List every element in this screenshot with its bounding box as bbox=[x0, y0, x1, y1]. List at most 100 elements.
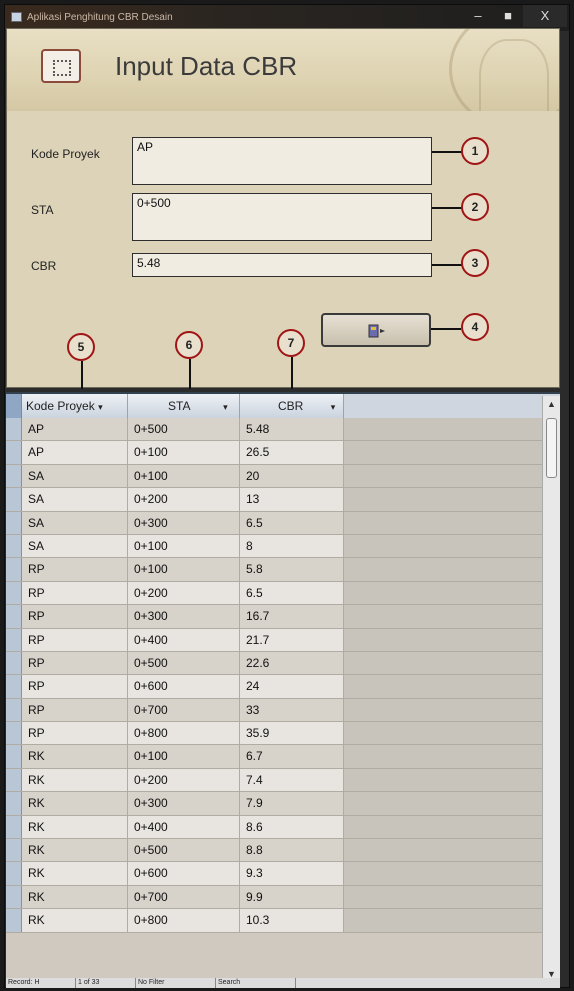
row-selector[interactable] bbox=[6, 698, 22, 722]
cell-sta[interactable]: 0+700 bbox=[128, 698, 240, 722]
cell-kode[interactable]: AP bbox=[22, 418, 128, 441]
table-row[interactable]: RK 0+700 9.9 bbox=[6, 885, 542, 910]
cell-kode[interactable]: RP bbox=[22, 675, 128, 698]
cell-sta[interactable]: 0+300 bbox=[128, 605, 240, 628]
row-selector[interactable] bbox=[6, 885, 22, 909]
row-selector[interactable] bbox=[6, 815, 22, 839]
cell-sta[interactable]: 0+400 bbox=[128, 628, 240, 651]
cell-sta[interactable]: 0+200 bbox=[128, 581, 240, 605]
cell-kode[interactable]: RK bbox=[22, 815, 128, 839]
cell-kode[interactable]: SA bbox=[22, 511, 128, 534]
chevron-down-icon[interactable]: ▾ bbox=[98, 402, 103, 412]
table-row[interactable]: RP 0+700 33 bbox=[6, 698, 542, 723]
table-row[interactable]: AP 0+500 5.48 bbox=[6, 418, 542, 442]
chevron-down-icon[interactable]: ▾ bbox=[223, 402, 228, 412]
kode-proyek-field[interactable]: AP bbox=[132, 137, 432, 185]
cell-kode[interactable]: RK bbox=[22, 862, 128, 885]
filter-indicator[interactable]: No Filter bbox=[136, 978, 216, 988]
row-selector[interactable] bbox=[6, 605, 22, 628]
row-selector[interactable] bbox=[6, 651, 22, 675]
cell-sta[interactable]: 0+300 bbox=[128, 511, 240, 534]
cell-kode[interactable]: RP bbox=[22, 628, 128, 651]
cell-cbr[interactable]: 26.5 bbox=[240, 441, 344, 464]
table-row[interactable]: RP 0+200 6.5 bbox=[6, 581, 542, 606]
table-row[interactable]: RP 0+800 35.9 bbox=[6, 722, 542, 746]
cell-kode[interactable]: RK bbox=[22, 909, 128, 932]
table-row[interactable]: RP 0+400 21.7 bbox=[6, 628, 542, 652]
row-selector[interactable] bbox=[6, 745, 22, 768]
cbr-field[interactable]: 5.48 bbox=[132, 253, 432, 277]
close-button[interactable]: X bbox=[523, 5, 567, 27]
cell-sta[interactable]: 0+500 bbox=[128, 651, 240, 675]
cell-cbr[interactable]: 9.3 bbox=[240, 862, 344, 885]
cell-kode[interactable]: RP bbox=[22, 698, 128, 722]
table-row[interactable]: RP 0+100 5.8 bbox=[6, 558, 542, 582]
row-selector[interactable] bbox=[6, 839, 22, 862]
table-row[interactable]: RK 0+100 6.7 bbox=[6, 745, 542, 769]
cell-sta[interactable]: 0+100 bbox=[128, 441, 240, 464]
cell-cbr[interactable]: 6.7 bbox=[240, 745, 344, 768]
cell-sta[interactable]: 0+100 bbox=[128, 464, 240, 488]
minimize-button[interactable]: – bbox=[463, 5, 493, 27]
cell-kode[interactable]: SA bbox=[22, 534, 128, 558]
cell-cbr[interactable]: 9.9 bbox=[240, 885, 344, 909]
table-row[interactable]: SA 0+100 8 bbox=[6, 534, 542, 559]
table-row[interactable]: RK 0+600 9.3 bbox=[6, 862, 542, 886]
search-field[interactable]: Search bbox=[216, 978, 296, 988]
table-row[interactable]: RK 0+400 8.6 bbox=[6, 815, 542, 840]
cell-kode[interactable]: RK bbox=[22, 768, 128, 792]
row-selector[interactable] bbox=[6, 628, 22, 651]
table-row[interactable]: RK 0+500 8.8 bbox=[6, 839, 542, 863]
cell-kode[interactable]: RP bbox=[22, 605, 128, 628]
cell-kode[interactable]: SA bbox=[22, 488, 128, 511]
cell-cbr[interactable]: 16.7 bbox=[240, 605, 344, 628]
cell-cbr[interactable]: 5.8 bbox=[240, 558, 344, 581]
cell-sta[interactable]: 0+500 bbox=[128, 839, 240, 862]
row-selector[interactable] bbox=[6, 722, 22, 745]
row-selector[interactable] bbox=[6, 511, 22, 534]
cell-sta[interactable]: 0+200 bbox=[128, 488, 240, 511]
row-selector[interactable] bbox=[6, 581, 22, 605]
cell-sta[interactable]: 0+100 bbox=[128, 745, 240, 768]
cell-kode[interactable]: RK bbox=[22, 885, 128, 909]
cell-kode[interactable]: RP bbox=[22, 558, 128, 581]
table-row[interactable]: RP 0+300 16.7 bbox=[6, 605, 542, 629]
cell-sta[interactable]: 0+500 bbox=[128, 418, 240, 441]
row-selector[interactable] bbox=[6, 909, 22, 932]
cell-kode[interactable]: AP bbox=[22, 441, 128, 464]
cell-cbr[interactable]: 8 bbox=[240, 534, 344, 558]
vertical-scrollbar[interactable]: ▲ ▼ bbox=[542, 396, 560, 980]
cell-sta[interactable]: 0+300 bbox=[128, 792, 240, 815]
cell-sta[interactable]: 0+100 bbox=[128, 534, 240, 558]
cell-cbr[interactable]: 7.9 bbox=[240, 792, 344, 815]
table-row[interactable]: SA 0+300 6.5 bbox=[6, 511, 542, 535]
cell-cbr[interactable]: 6.5 bbox=[240, 581, 344, 605]
cell-sta[interactable]: 0+800 bbox=[128, 909, 240, 932]
table-row[interactable]: RK 0+200 7.4 bbox=[6, 768, 542, 793]
row-selector[interactable] bbox=[6, 675, 22, 698]
table-row[interactable]: SA 0+100 20 bbox=[6, 464, 542, 489]
row-selector[interactable] bbox=[6, 862, 22, 885]
cell-kode[interactable]: RK bbox=[22, 792, 128, 815]
cell-cbr[interactable]: 21.7 bbox=[240, 628, 344, 651]
cell-cbr[interactable]: 22.6 bbox=[240, 651, 344, 675]
chevron-down-icon[interactable]: ▾ bbox=[331, 402, 336, 412]
sta-field[interactable]: 0+500 bbox=[132, 193, 432, 241]
row-selector[interactable] bbox=[6, 792, 22, 815]
table-row[interactable]: RK 0+800 10.3 bbox=[6, 909, 542, 933]
cell-cbr[interactable]: 6.5 bbox=[240, 511, 344, 534]
cell-sta[interactable]: 0+700 bbox=[128, 885, 240, 909]
cell-sta[interactable]: 0+200 bbox=[128, 768, 240, 792]
cell-kode[interactable]: RK bbox=[22, 839, 128, 862]
table-row[interactable]: SA 0+200 13 bbox=[6, 488, 542, 512]
table-row[interactable]: RP 0+500 22.6 bbox=[6, 651, 542, 676]
cell-cbr[interactable]: 20 bbox=[240, 464, 344, 488]
column-header-cbr[interactable]: CBR ▾ bbox=[240, 394, 344, 418]
record-position[interactable]: 1 of 33 bbox=[76, 978, 136, 988]
row-selector[interactable] bbox=[6, 488, 22, 511]
cell-cbr[interactable]: 5.48 bbox=[240, 418, 344, 441]
cell-cbr[interactable]: 35.9 bbox=[240, 722, 344, 745]
cell-cbr[interactable]: 33 bbox=[240, 698, 344, 722]
scroll-thumb[interactable] bbox=[546, 418, 557, 478]
row-selector[interactable] bbox=[6, 558, 22, 581]
